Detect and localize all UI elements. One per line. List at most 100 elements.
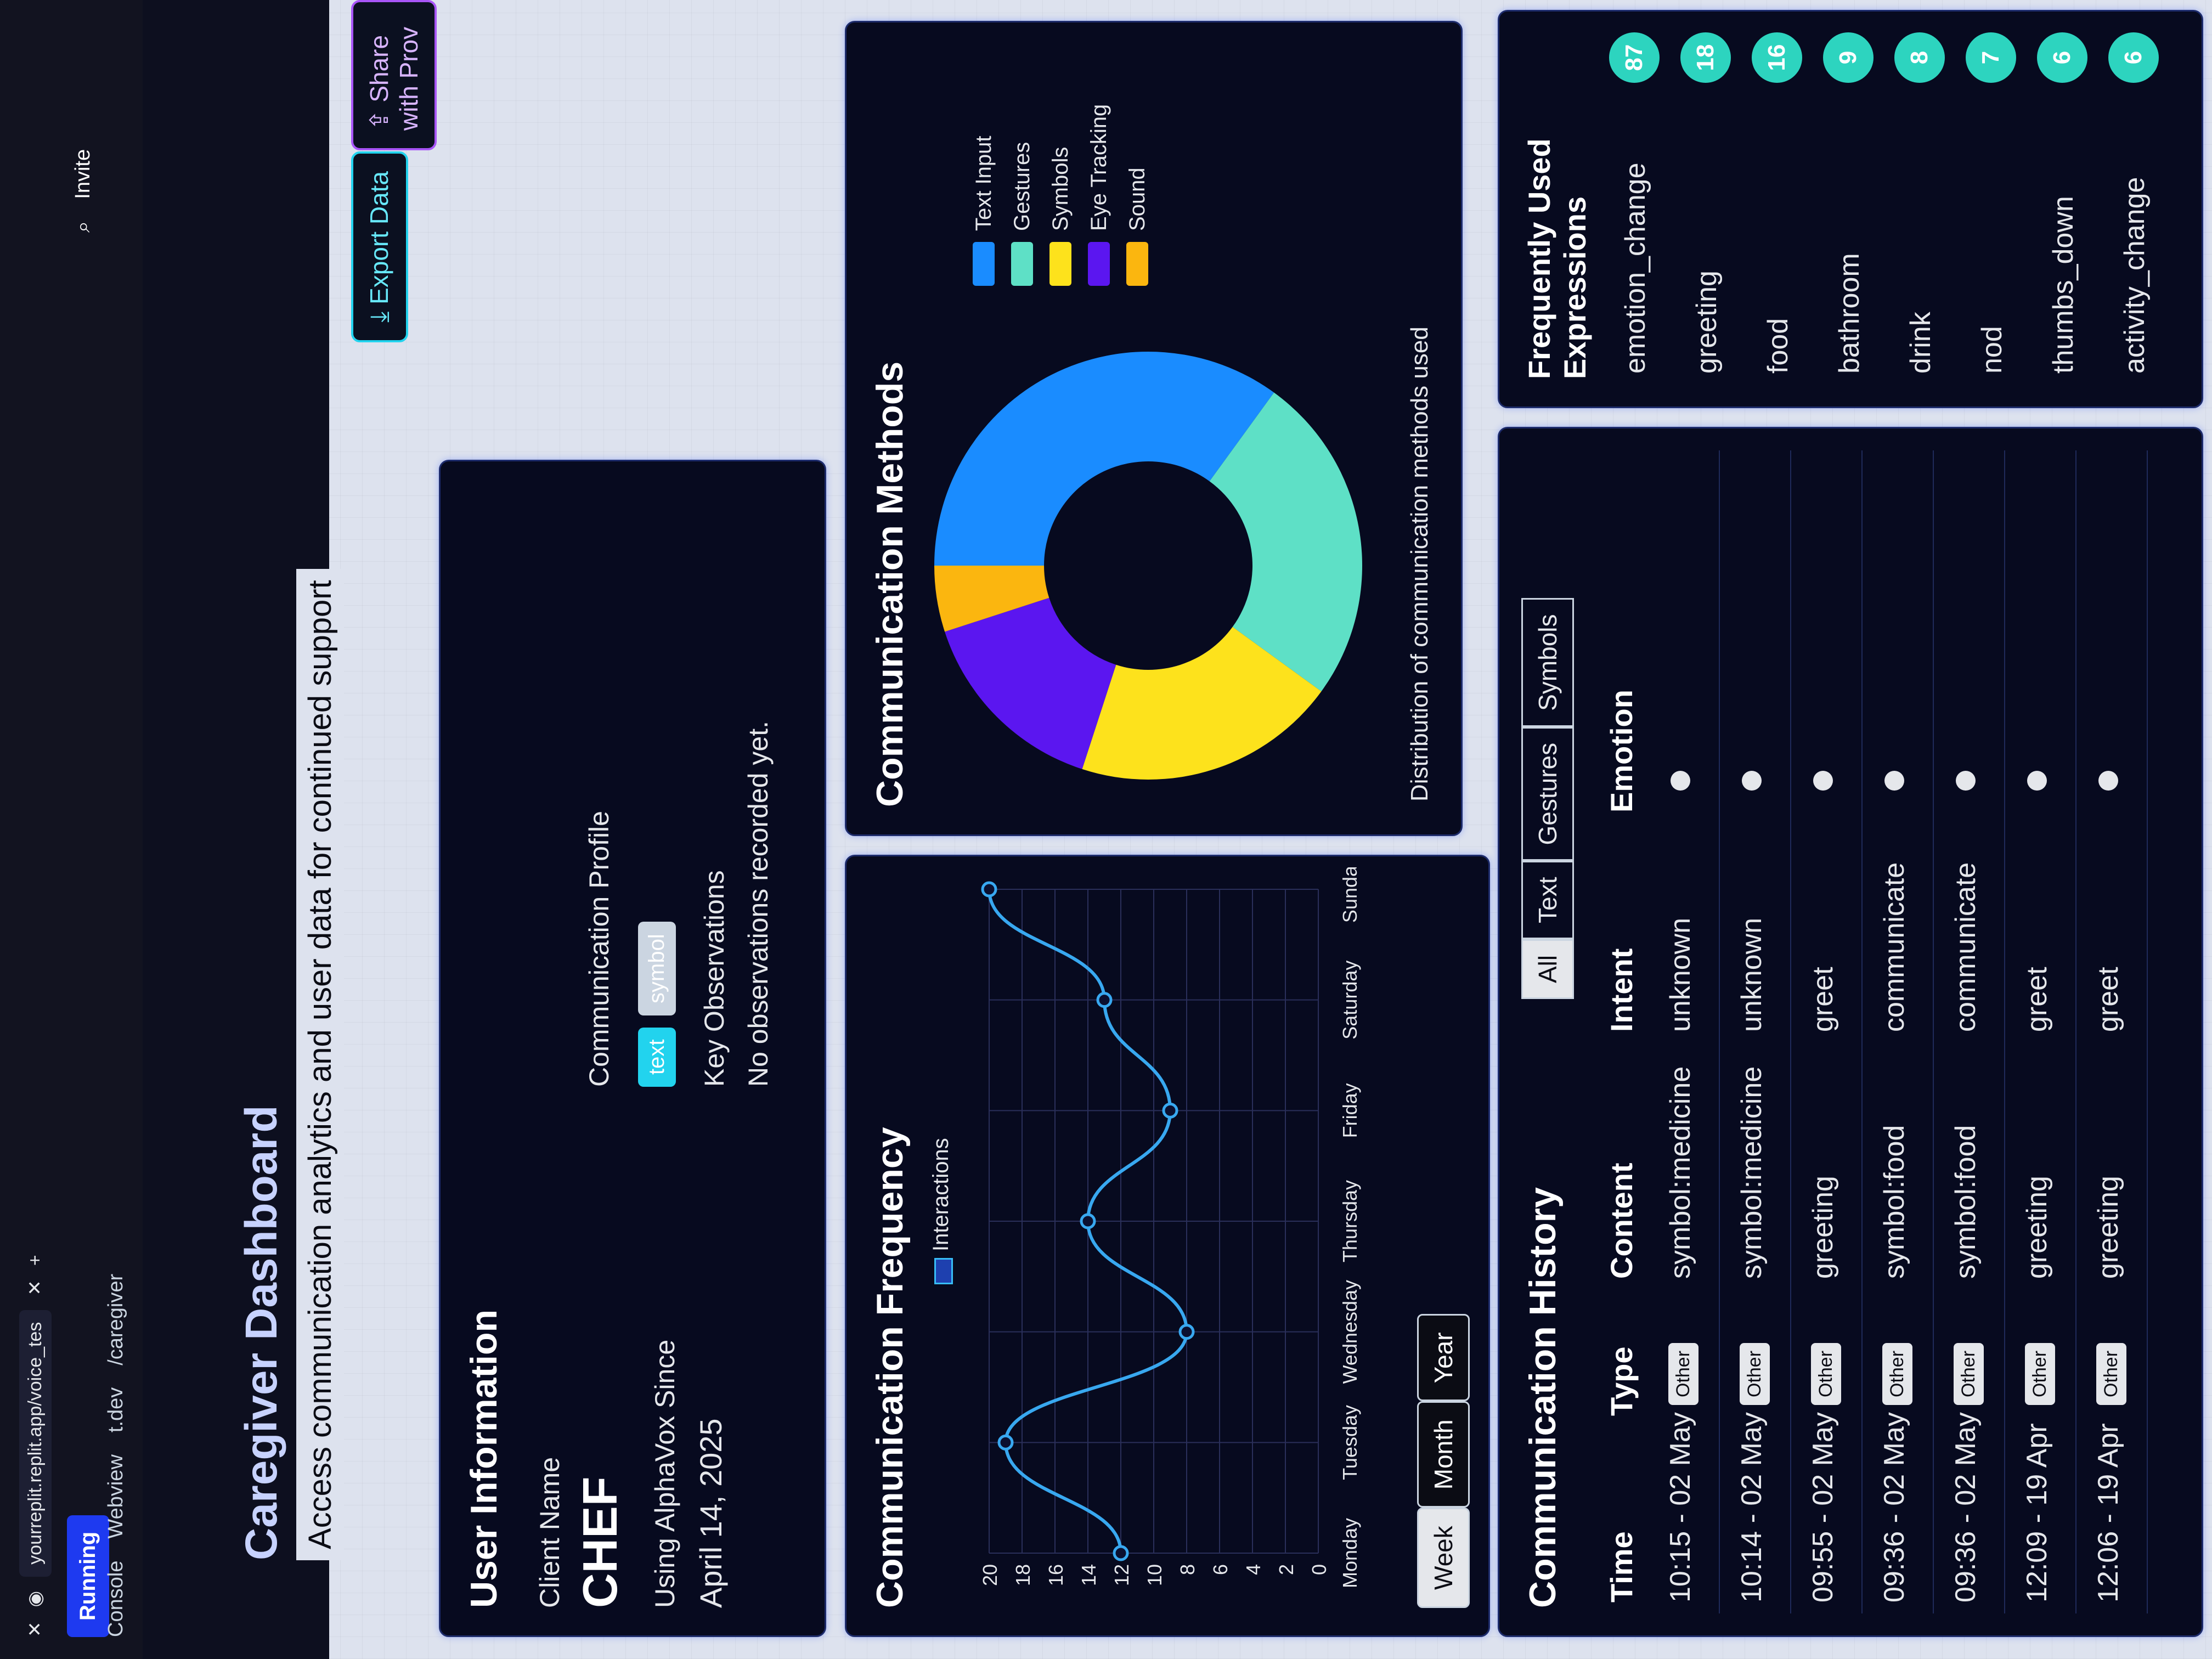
since-date: April 14, 2025 <box>693 1418 728 1608</box>
tab-console[interactable]: Console <box>104 1561 128 1637</box>
x-tick-label: Thursday <box>1339 1180 1361 1262</box>
screen: ✕ ◉ yourreplit.replit.app/voice_tes ✕ + … <box>0 0 2212 1659</box>
legend-item: Gestures <box>1006 55 1044 286</box>
expression-label: greeting <box>1691 270 1723 374</box>
expressions-card: Frequently Used Expressions emotion_chan… <box>1498 10 2203 408</box>
emotion-face-icon <box>1742 771 1762 791</box>
emotion-face-icon <box>2027 771 2047 791</box>
y-tick-label: 0 <box>1308 1564 1330 1575</box>
expressions-title: Frequently Used Expressions <box>1522 138 1592 379</box>
close-icon[interactable]: ✕ <box>24 1280 46 1296</box>
share-icon: ⇪ <box>365 102 393 131</box>
client-name: CHEF <box>573 1476 627 1608</box>
close-tab-icon[interactable]: ✕ <box>24 1622 46 1638</box>
history-title: Communication History <box>1522 1187 1564 1608</box>
x-tick-label: Monday <box>1339 1518 1361 1588</box>
data-point[interactable] <box>981 881 997 898</box>
legend-label: Sound <box>1125 167 1149 231</box>
table-cell-intent: unknown <box>1736 917 1768 1032</box>
dashboard-page: Caregiver Dashboard Access communication… <box>143 0 2212 1659</box>
table-cell-intent: communicate <box>1878 862 1910 1032</box>
expression-count-badge: 8 <box>1894 32 1945 83</box>
type-badge: Other <box>1740 1342 1770 1405</box>
expression-count-badge: 18 <box>1680 32 1731 83</box>
expression-count-badge: 9 <box>1823 32 1874 83</box>
search-icon[interactable]: ⌕ <box>71 221 95 233</box>
new-tab-button[interactable]: + <box>25 1255 46 1266</box>
filter-symbols[interactable]: Symbols <box>1521 598 1574 727</box>
emotion-face-icon <box>1884 771 1904 791</box>
data-point[interactable] <box>1080 1213 1096 1229</box>
table-cell-intent: unknown <box>1664 917 1696 1032</box>
table-cell-content: symbol:food <box>1950 1125 1982 1279</box>
period-month-button[interactable]: Month <box>1417 1401 1470 1508</box>
invite-link[interactable]: Invite <box>71 149 95 199</box>
data-point[interactable] <box>1096 992 1113 1008</box>
methods-card: Communication Methods Text Input Gestures… <box>845 21 1463 836</box>
table-cell-time: 12:09 - 19 Apr <box>2021 1423 2053 1602</box>
path-text[interactable]: /caregiver <box>104 1274 128 1365</box>
y-tick-label: 14 <box>1077 1564 1100 1586</box>
donut-slice-eye-tracking[interactable] <box>945 597 1116 769</box>
period-week-button[interactable]: Week <box>1417 1508 1470 1608</box>
tab-webview[interactable]: Webview <box>104 1454 128 1538</box>
legend-swatch <box>973 242 995 286</box>
table-cell-content: greeting <box>2092 1176 2124 1279</box>
since-label: Using AlphaVox Since <box>650 1339 680 1608</box>
share-with-provider-button[interactable]: ⇪ Share with Prov <box>351 0 437 150</box>
methods-donut-chart <box>934 352 1362 780</box>
legend-item: Sound <box>1121 55 1159 286</box>
browser-top-bar: ✕ ◉ yourreplit.replit.app/voice_tes ✕ + … <box>0 0 144 1659</box>
y-tick-label: 18 <box>1012 1564 1034 1586</box>
domain-text: t.dev <box>104 1387 127 1433</box>
emotion-face-icon <box>1671 771 1690 791</box>
legend-item: Symbols <box>1044 55 1082 286</box>
table-cell-time: 10:15 - 02 May <box>1664 1412 1696 1602</box>
y-tick-label: 4 <box>1242 1564 1265 1575</box>
filter-gestures[interactable]: Gestures <box>1521 726 1574 861</box>
running-status[interactable]: Running <box>67 1515 109 1637</box>
expression-count-badge: 16 <box>1752 32 1802 83</box>
col-type: Type <box>1604 1346 1639 1416</box>
filter-text[interactable]: Text <box>1521 861 1574 939</box>
legend-label: Eye Tracking <box>1087 104 1111 231</box>
row-divider <box>1719 450 1720 1613</box>
table-cell-time: 09:36 - 02 May <box>1950 1412 1982 1602</box>
y-tick-label: 8 <box>1176 1564 1199 1575</box>
table-cell-intent: greet <box>2021 967 2053 1032</box>
legend-swatch <box>1126 242 1148 286</box>
type-badge: Other <box>1882 1342 1912 1405</box>
url-text[interactable]: yourreplit.replit.app/voice_tes <box>19 1310 52 1577</box>
col-intent: Intent <box>1604 948 1639 1032</box>
emotion-face-icon <box>2098 771 2118 791</box>
expression-label: drink <box>1905 312 1937 374</box>
type-badge: Other <box>1668 1342 1699 1405</box>
row-divider <box>2147 450 2148 1613</box>
table-cell-intent: communicate <box>1950 862 1982 1032</box>
toolbar-right: ⌕ Invite <box>71 149 95 233</box>
x-tick-label: Wednesday <box>1339 1280 1361 1384</box>
donut-slice-text-input[interactable] <box>934 352 1274 566</box>
y-tick-label: 2 <box>1275 1564 1297 1575</box>
expression-count-badge: 6 <box>2037 32 2087 83</box>
filter-all[interactable]: All <box>1521 939 1574 999</box>
y-tick-label: 12 <box>1110 1564 1133 1586</box>
user-info-card: User Information Client Name CHEF Using … <box>439 460 826 1637</box>
frequency-line-chart: 02468 10 12 14 16 18 20 Monday Tuesday Wednesday T… <box>979 867 1361 1588</box>
y-tick-label: 20 <box>979 1564 1001 1586</box>
data-point[interactable] <box>1162 1102 1178 1119</box>
period-year-button[interactable]: Year <box>1417 1314 1470 1402</box>
download-icon: ⤓ <box>365 304 393 323</box>
export-data-button[interactable]: ⤓ Export Data <box>351 151 408 342</box>
table-cell-content: symbol:medicine <box>1664 1066 1696 1279</box>
row-divider <box>1790 450 1791 1613</box>
emotion-face-icon <box>1956 771 1976 791</box>
url-bar[interactable]: ✕ ◉ yourreplit.replit.app/voice_tes ✕ + <box>13 24 57 1637</box>
legend-label: Symbols <box>1048 146 1073 231</box>
data-point[interactable] <box>997 1434 1014 1451</box>
expression-count-badge: 6 <box>2108 32 2159 83</box>
table-cell-time: 10:14 - 02 May <box>1736 1412 1768 1602</box>
data-point[interactable] <box>1113 1545 1129 1561</box>
x-tick-label: Tuesday <box>1339 1405 1361 1480</box>
data-point[interactable] <box>1178 1324 1195 1340</box>
